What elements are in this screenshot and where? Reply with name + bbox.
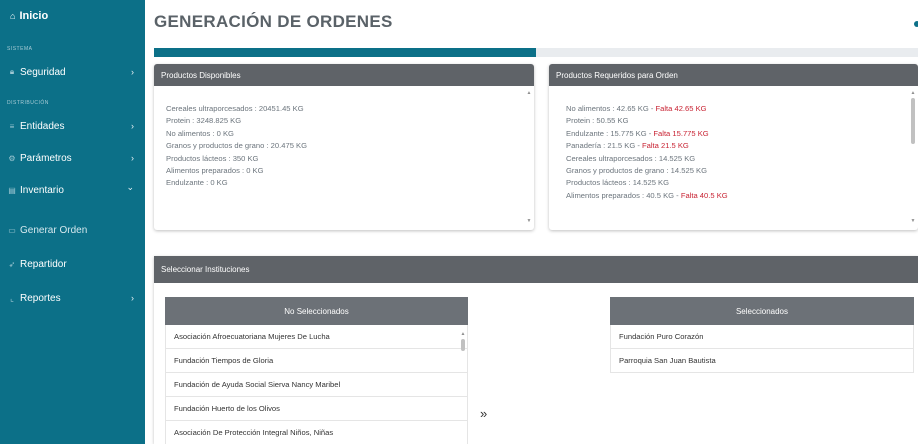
producto-requerido-text: Granos y productos de grano : 14.525 KG [566,166,707,176]
no-seleccionado-item[interactable]: Fundación Huerto de los Olivos [165,397,468,421]
move-right-button[interactable]: » [480,406,487,421]
scrollbar[interactable]: ▲ [460,331,466,441]
sidebar-item-label: Entidades [20,120,65,132]
sidebar-item-label: Seguridad [20,66,66,78]
list-header: No Seleccionados [165,297,468,325]
producto-disponible-row: No alimentos : 0 KG [166,128,234,138]
producto-requerido-text: Productos lácteos : 14.525 KG [566,178,669,188]
producto-requerido-row: Endulzante : 15.775 KG - Falta 15.775 KG [566,128,918,140]
panel-productos-disponibles: Productos Disponibles Cereales ultraporc… [154,64,534,230]
producto-requerido-row: Cereales ultraporcesados : 14.525 KG [566,153,918,165]
producto-disponible-row: Productos lácteos : 350 KG [166,153,259,163]
sidebar-item-inicio[interactable]: ⌂ Inicio [10,10,48,22]
producto-disponible-row: Protein : 3248.825 KG [166,116,242,126]
falta-label: Falta 21.5 KG [641,141,689,151]
seleccionado-item[interactable]: Fundación Puro Corazón [610,325,914,349]
sidebar-item-entidades[interactable]: ≡ Entidades › [7,116,140,136]
box-icon: ▤ [8,185,16,195]
sidebar-item-seguridad[interactable]: 🔒︎ Seguridad › [7,62,140,82]
lock-icon: 🔒︎ [9,67,15,76]
sidebar-item-generar-orden[interactable]: ▭ Generar Orden [7,220,140,240]
sidebar-item-label: Reportes [20,292,61,304]
producto-requerido-text: Endulzante : 15.775 KG - [566,128,654,138]
producto-disponible-row: Alimentos preparados : 0 KG [166,166,264,176]
productos-requeridos-list: No alimentos : 42.65 KG - Falta 42.65 KG… [549,86,918,202]
no-seleccionado-item[interactable]: Fundación de Ayuda Social Sierva Nancy M… [165,373,468,397]
list-icon: ≡ [9,121,15,131]
seleccionado-item[interactable]: Parroquia San Juan Bautista [610,349,914,373]
producto-requerido-text: Protein : 50.55 KG [566,116,629,126]
producto-disponible-row: Cereales ultraporcesados : 20451.45 KG [166,104,304,113]
sidebar-item-repartidor[interactable]: ➶ Repartidor [7,254,140,274]
sidebar-section-distribucion: DISTRIBUCIÓN [7,100,49,106]
chevron-right-icon: › [131,121,134,131]
no-seleccionado-item[interactable]: Asociación De Protección Integral Niños,… [165,421,468,444]
producto-requerido-row: Productos lácteos : 14.525 KG [566,177,918,189]
scroll-down-icon[interactable]: ▼ [910,218,916,224]
producto-requerido-row: No alimentos : 42.65 KG - Falta 42.65 KG [566,103,918,115]
chart-icon: ⌞ [10,293,14,303]
scroll-up-icon[interactable]: ▲ [526,90,532,96]
sidebar-item-reportes[interactable]: ⌞ Reportes › [7,288,140,308]
scrollbar-thumb[interactable] [461,339,465,351]
sidebar-item-parametros[interactable]: ⚙ Parámetros › [7,148,140,168]
scrollbar-thumb[interactable] [911,98,915,144]
no-seleccionado-item[interactable]: Fundación Tiempos de Gloria [165,349,468,373]
page-title: GENERACIÓN DE ORDENES [154,12,393,31]
panel-seleccionar-instituciones: Seleccionar Instituciones No Seleccionad… [154,256,918,444]
sliders-icon: ⚙ [8,153,16,163]
producto-requerido-row: Granos y productos de grano : 14.525 KG [566,165,918,177]
panel-header: Seleccionar Instituciones [154,256,918,283]
panel-header: Productos Requeridos para Orden [549,64,918,86]
scrollbar[interactable]: ▲ ▼ [526,90,532,224]
scroll-down-icon[interactable]: ▼ [526,218,532,224]
falta-label: Falta 40.5 KG [680,190,728,200]
sidebar-item-inventario[interactable]: ▤ Inventario ⌄ [7,180,140,200]
no-seleccionados-list: No Seleccionados Asociación Afroecuatori… [165,297,468,444]
producto-requerido-text: Alimentos preparados : 40.5 KG - [566,190,681,200]
producto-disponible-row: Endulzante : 0 KG [166,178,228,188]
sidebar: ⌂ Inicio SISTEMA 🔒︎ Seguridad › DISTRIBU… [0,0,145,444]
no-seleccionado-item[interactable]: Asociación Afroecuatoriana Mujeres De Lu… [165,325,468,349]
sidebar-item-label: Generar Orden [20,224,88,236]
main-content: GENERACIÓN DE ORDENES Productos Disponib… [145,0,918,444]
chevron-right-icon: › [131,153,134,163]
panel-productos-requeridos: Productos Requeridos para Orden No alime… [549,64,918,230]
producto-requerido-text: Panadería : 21.5 KG - [566,141,642,151]
list-header: Seleccionados [610,297,914,325]
send-icon: ➶ [8,259,16,269]
scroll-up-icon[interactable]: ▲ [910,90,916,96]
order-icon: ▭ [8,225,16,235]
producto-requerido-row: Panadería : 21.5 KG - Falta 21.5 KG [566,140,918,152]
sidebar-item-label: Parámetros [20,152,72,164]
chevron-down-icon: ⌄ [126,182,134,192]
producto-disponible-row: Granos y productos de grano : 20.475 KG [166,141,307,151]
chevron-right-icon: › [131,293,134,303]
no-seleccionados-items: Asociación Afroecuatoriana Mujeres De Lu… [165,325,468,444]
panel-header: Productos Disponibles [154,64,534,86]
progress-bar [154,48,918,57]
status-dot [914,21,918,27]
producto-requerido-text: Cereales ultraporcesados : 14.525 KG [566,153,696,163]
sidebar-item-label: Repartidor [20,258,67,270]
producto-requerido-row: Protein : 50.55 KG [566,115,918,127]
sidebar-item-label: Inventario [20,184,64,196]
home-icon: ⌂ [10,11,16,21]
falta-label: Falta 15.775 KG [653,128,709,138]
producto-requerido-text: No alimentos : 42.65 KG - [566,104,656,113]
progress-fill [154,48,536,57]
productos-disponibles-list: Cereales ultraporcesados : 20451.45 KG Pr… [154,86,534,190]
seleccionados-items: Fundación Puro Corazón Parroquia San Juan… [610,325,914,373]
producto-requerido-row: Alimentos preparados : 40.5 KG - Falta 4… [566,190,918,202]
scrollbar[interactable]: ▲ ▼ [910,90,916,224]
chevron-right-icon: › [131,67,134,77]
seleccionados-list: Seleccionados Fundación Puro Corazón Parr… [610,297,914,397]
sidebar-section-sistema: SISTEMA [7,46,33,52]
scroll-up-icon[interactable]: ▲ [460,331,466,337]
falta-label: Falta 42.65 KG [655,104,707,113]
sidebar-item-label: Inicio [19,10,49,22]
